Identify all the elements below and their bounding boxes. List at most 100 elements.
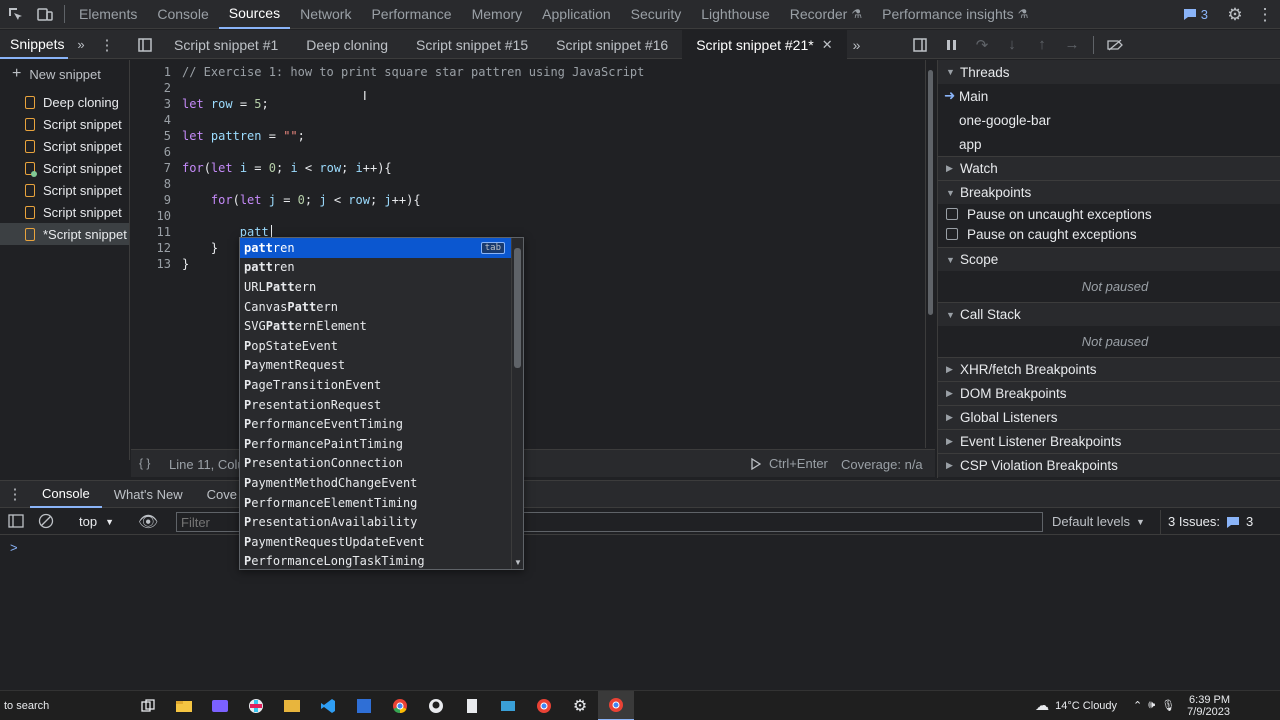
autocomplete-item[interactable]: SVG Patt ernElement — [240, 316, 523, 336]
threads-section-header[interactable]: ▼ Threads — [938, 60, 1280, 84]
console-sidebar-icon[interactable] — [8, 514, 24, 531]
device-toolbar-icon[interactable] — [30, 0, 60, 29]
pause-caught-checkbox[interactable]: Pause on caught exceptions — [938, 224, 1280, 244]
checkbox[interactable] — [946, 228, 958, 240]
drawer-tab-console[interactable]: Console — [30, 480, 102, 508]
autocomplete-item[interactable]: PageTransitionEvent — [240, 375, 523, 395]
autocomplete-scrollbar[interactable]: ▼ — [511, 238, 523, 569]
more-tabs-chevron-icon[interactable]: » — [68, 37, 94, 52]
checkbox[interactable] — [946, 208, 958, 220]
weather-label[interactable]: 14°C Cloudy — [1055, 700, 1117, 712]
autocomplete-item[interactable]: PresentationConnection — [240, 454, 523, 474]
autocomplete-item[interactable]: PresentationAvailability — [240, 512, 523, 532]
snippet-item[interactable]: Script snippet — [0, 179, 129, 201]
pretty-print-icon[interactable]: { } — [139, 456, 150, 470]
snippet-item[interactable]: Script snippet — [0, 157, 129, 179]
drawer-tab-whats-new[interactable]: What's New — [102, 480, 195, 508]
new-snippet-button[interactable]: + New snippet — [0, 60, 129, 88]
autocomplete-item[interactable]: PerformanceLongTaskTiming — [240, 552, 523, 570]
scope-section-header[interactable]: ▼ Scope — [938, 247, 1280, 271]
scrollbar-thumb[interactable] — [514, 248, 521, 368]
autocomplete-item[interactable]: Canvas Patt ern — [240, 297, 523, 317]
thread-item-main[interactable]: ➜ Main — [938, 84, 1280, 108]
autocomplete-dropdown[interactable]: patt ren tab patt ren URL Patt ern Canvas Patt ern… — [239, 237, 524, 570]
log-levels-dropdown[interactable]: Default levels ▼ — [1052, 514, 1145, 530]
dom-breakpoints-section-header[interactable]: ▶ DOM Breakpoints — [938, 381, 1280, 405]
tab-application[interactable]: Application — [532, 0, 621, 29]
pause-icon[interactable] — [937, 30, 967, 59]
tab-snippets[interactable]: Snippets — [0, 30, 68, 59]
settings-gear-icon[interactable]: ⚙ — [562, 691, 598, 720]
tab-network[interactable]: Network — [290, 0, 361, 29]
folder-app-icon[interactable] — [274, 691, 310, 720]
tab-sources[interactable]: Sources — [218, 0, 291, 29]
app-icon[interactable] — [346, 691, 382, 720]
autocomplete-item[interactable]: PerformancePaintTiming — [240, 434, 523, 454]
navigator-menu-icon[interactable]: ⋮ — [94, 36, 120, 54]
clear-console-icon[interactable] — [38, 513, 54, 532]
taskbar-search[interactable]: to search — [0, 700, 130, 712]
event-listener-breakpoints-section-header[interactable]: ▶ Event Listener Breakpoints — [938, 429, 1280, 453]
pause-uncaught-checkbox[interactable]: Pause on uncaught exceptions — [938, 204, 1280, 224]
live-expression-eye-icon[interactable]: 👁 — [138, 512, 158, 532]
chevron-up-icon[interactable]: ⌃ — [1133, 699, 1142, 712]
clock[interactable]: 6:39 PM 7/9/2023 — [1187, 694, 1230, 718]
snippet-item-deep-cloning[interactable]: Deep cloning — [0, 91, 129, 113]
inspect-element-icon[interactable] — [0, 0, 30, 29]
chrome-icon[interactable] — [382, 691, 418, 720]
drawer-menu-icon[interactable]: ⋮ — [0, 485, 30, 503]
microphone-icon[interactable]: 🎙 — [1161, 699, 1175, 712]
autocomplete-item[interactable]: PopStateEvent — [240, 336, 523, 356]
toggle-navigator-icon[interactable] — [130, 30, 160, 59]
file-explorer-icon[interactable] — [166, 691, 202, 720]
step-out-icon[interactable]: ↑ — [1027, 30, 1057, 59]
issues-badge[interactable]: 3 — [1171, 7, 1220, 22]
console-prompt[interactable]: > — [10, 540, 18, 555]
scroll-down-arrow-icon[interactable]: ▼ — [514, 558, 522, 567]
app-icon[interactable] — [202, 691, 238, 720]
app-icon[interactable] — [490, 691, 526, 720]
deactivate-breakpoints-icon[interactable] — [1100, 30, 1130, 59]
console-issues-button[interactable]: 3 Issues: 3 — [1168, 514, 1253, 529]
csp-violation-breakpoints-section-header[interactable]: ▶ CSP Violation Breakpoints — [938, 453, 1280, 477]
step-into-icon[interactable]: ↓ — [997, 30, 1027, 59]
thread-item[interactable]: one-google-bar — [938, 108, 1280, 132]
settings-gear-icon[interactable]: ⚙ — [1220, 0, 1250, 29]
close-icon[interactable]: ✕ — [822, 37, 833, 53]
vscode-icon[interactable] — [310, 691, 346, 720]
editor-tab-script-snippet-15[interactable]: Script snippet #15 — [402, 30, 542, 59]
step-over-icon[interactable]: ↷ — [967, 30, 997, 59]
autocomplete-item[interactable]: PresentationRequest — [240, 395, 523, 415]
context-selector[interactable]: top ▼ — [79, 514, 114, 530]
editor-tab-script-snippet-16[interactable]: Script snippet #16 — [542, 30, 682, 59]
thread-item[interactable]: app — [938, 132, 1280, 156]
chrome-icon[interactable] — [598, 690, 634, 720]
editor-tab-script-snippet-21[interactable]: Script snippet #21* ✕ — [682, 30, 847, 59]
editor-tab-deep-cloning[interactable]: Deep cloning — [292, 30, 402, 59]
step-icon[interactable]: → — [1057, 30, 1087, 59]
autocomplete-item[interactable]: PaymentMethodChangeEvent — [240, 473, 523, 493]
autocomplete-item[interactable]: PaymentRequest — [240, 356, 523, 376]
autocomplete-item[interactable]: URL Patt ern — [240, 277, 523, 297]
chrome-icon[interactable] — [526, 691, 562, 720]
autocomplete-item[interactable]: patt ren — [240, 258, 523, 278]
snippet-item[interactable]: Script snippet — [0, 113, 129, 135]
tab-lighthouse[interactable]: Lighthouse — [691, 0, 780, 29]
tab-security[interactable]: Security — [621, 0, 692, 29]
tab-recorder[interactable]: Recorder ⚗ — [780, 0, 872, 29]
tab-performance[interactable]: Performance — [361, 0, 461, 29]
breakpoints-section-header[interactable]: ▼ Breakpoints — [938, 180, 1280, 204]
watch-section-header[interactable]: ▶ Watch — [938, 156, 1280, 180]
scrollbar-thumb[interactable] — [928, 70, 933, 315]
snippet-item[interactable]: Script snippet — [0, 135, 129, 157]
call-stack-section-header[interactable]: ▼ Call Stack — [938, 302, 1280, 326]
slack-icon[interactable] — [238, 691, 274, 720]
autocomplete-item[interactable]: PerformanceEventTiming — [240, 414, 523, 434]
snippet-item[interactable]: Script snippet — [0, 201, 129, 223]
autocomplete-item-selected[interactable]: patt ren tab — [240, 238, 523, 258]
editor-tab-script-snippet-1[interactable]: Script snippet #1 — [160, 30, 292, 59]
console-output[interactable]: > — [0, 536, 1280, 688]
tab-performance-insights[interactable]: Performance insights ⚗ — [872, 0, 1038, 29]
run-snippet-button[interactable]: Ctrl+Enter — [751, 454, 828, 474]
task-view-icon[interactable] — [130, 691, 166, 720]
